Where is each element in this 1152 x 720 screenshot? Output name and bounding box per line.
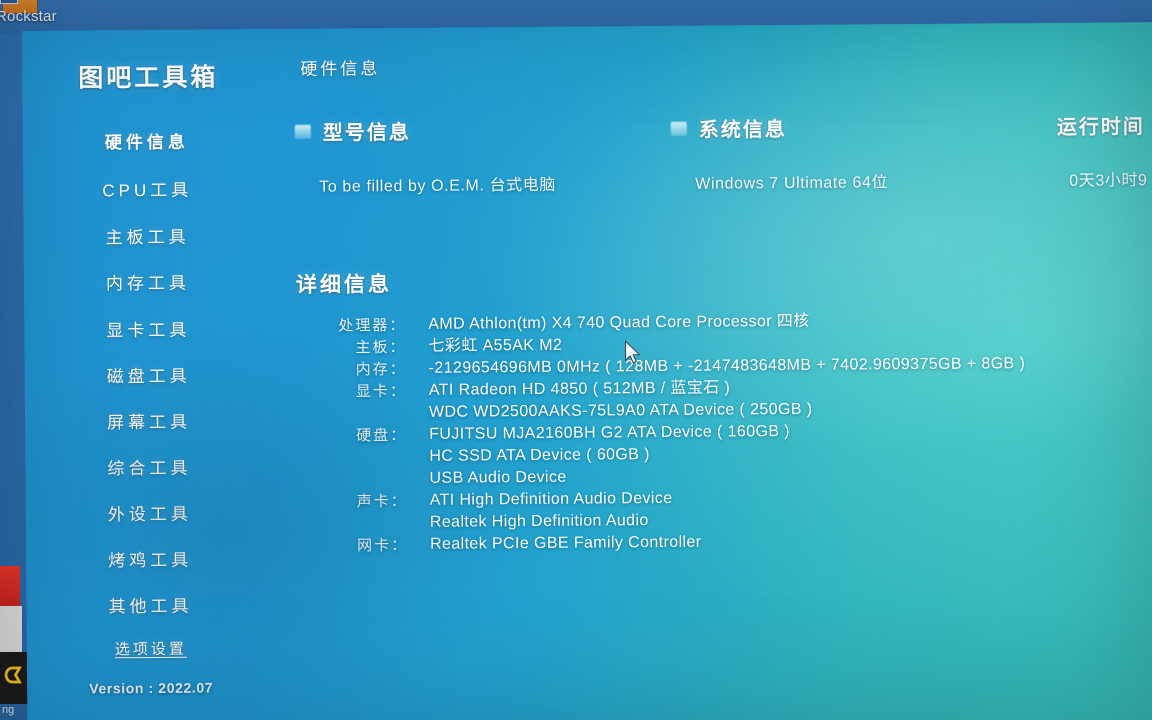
detail-row-value: Realtek PCIe GBE Family Controller [429, 533, 702, 553]
card-system-title: 系统信息 [698, 118, 787, 142]
card-uptime-value: 0天3小时9 [1069, 172, 1148, 190]
card-system-info: 系统信息 Windows 7 Ultimate 64位 [670, 111, 1002, 224]
detail-row-label: 网卡： [356, 536, 409, 555]
detail-row-label: 硬盘： [356, 426, 408, 445]
desktop-left-red-tile[interactable] [0, 566, 20, 610]
detail-row-label: 显卡： [355, 382, 407, 401]
detail-row-label: 处理器： [338, 316, 407, 335]
page-title: 硬件信息 [300, 59, 381, 79]
detail-row: 硬盘： WDC WD2500AAKS-75L9A0 ATA Device ( 25… [297, 396, 1152, 469]
model-info-icon [294, 124, 311, 139]
desktop-bottom-label: ng [2, 704, 15, 716]
desktop-shortcut-label: Rockstar [0, 8, 57, 25]
detail-section: 详细信息 处理器： AMD Athlon(tm) X4 740 Quad Core… [296, 264, 1025, 554]
sidebar-item-1[interactable]: CPU工具 [33, 175, 261, 207]
desktop-left-white-tile[interactable] [0, 606, 22, 652]
detail-row-label: 内存： [355, 360, 407, 379]
detail-row-label: 主板： [355, 338, 407, 357]
card-uptime-title: 运行时间 [1056, 116, 1145, 139]
detail-section-title: 详细信息 [295, 273, 393, 297]
system-info-icon [670, 121, 687, 136]
sidebar-item-4[interactable]: 显卡工具 [34, 315, 262, 347]
card-system-value: Windows 7 Ultimate 64位 [695, 174, 889, 193]
sidebar-item-2[interactable]: 主板工具 [34, 222, 262, 254]
detail-row-label: 声卡： [356, 492, 408, 511]
sidebar-item-10[interactable]: 其他工具 [36, 591, 264, 623]
sidebar: 图吧工具箱 硬件信息 CPU工具主板工具内存工具显卡工具磁盘工具屏幕工具综合工具外… [22, 29, 277, 720]
screen-photo: Rockstar ᗧ ng 图吧工具箱 硬件信息 CPU工具主板工具内存工具显卡工… [0, 0, 1152, 720]
desktop-shortcut-icon-secondary[interactable] [0, 0, 18, 4]
sidebar-item-0[interactable]: 硬件信息 [33, 127, 261, 159]
tubatoolbox-window: 图吧工具箱 硬件信息 CPU工具主板工具内存工具显卡工具磁盘工具屏幕工具综合工具外… [22, 21, 1152, 720]
sidebar-item-8[interactable]: 外设工具 [36, 499, 264, 531]
sidebar-item-9[interactable]: 烤鸡工具 [36, 545, 264, 577]
card-model-value: To be filled by O.E.M. 台式电脑 [319, 176, 557, 196]
card-uptime: 运行时间 0天3小时9 [1021, 109, 1152, 221]
version-label: Version : 2022.07 [89, 679, 214, 697]
sidebar-item-11[interactable]: 选项设置 [37, 637, 265, 669]
sidebar-item-6[interactable]: 屏幕工具 [35, 407, 263, 439]
sidebar-item-7[interactable]: 综合工具 [35, 453, 263, 485]
desktop-left-dark-tile-glyph: ᗧ [4, 663, 23, 688]
detail-rows: 处理器： AMD Athlon(tm) X4 740 Quad Core Proc… [296, 308, 1152, 557]
card-model-info: 型号信息 To be filled by O.E.M. 台式电脑 [294, 114, 656, 227]
app-brand-title: 图吧工具箱 [78, 63, 219, 93]
sidebar-item-5[interactable]: 磁盘工具 [35, 361, 263, 393]
sidebar-item-3[interactable]: 内存工具 [34, 268, 262, 300]
content-area: 硬件信息 型号信息 To be filled by O.E.M. 台式电脑 系统… [272, 22, 1152, 720]
detail-row: 声卡： USB Audio Device ATI High Definition A… [297, 462, 1152, 535]
card-model-title: 型号信息 [322, 121, 411, 145]
